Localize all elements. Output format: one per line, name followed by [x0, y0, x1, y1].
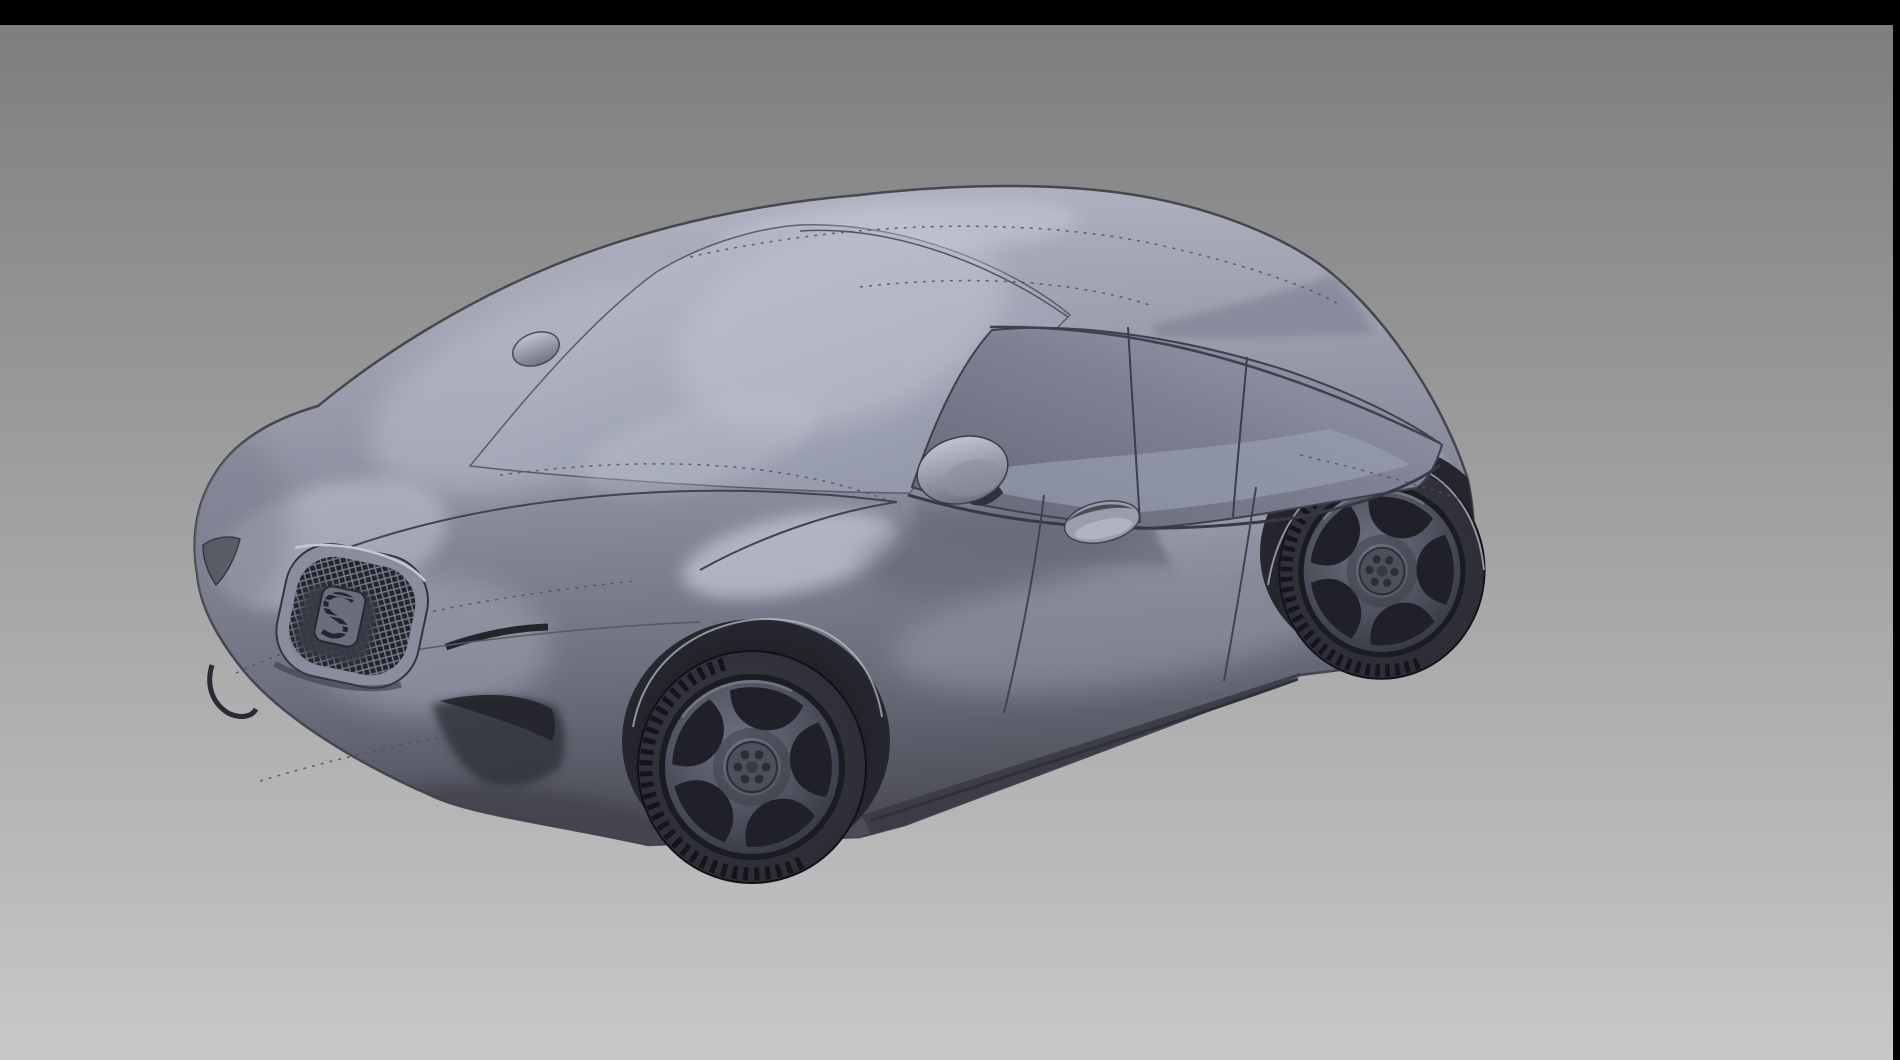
car-model — [170, 182, 1500, 883]
front-wheel — [638, 651, 866, 883]
viewport-3d[interactable] — [0, 25, 1893, 1060]
letterbox-top-bar — [0, 0, 1900, 25]
letterbox-right-bar — [1893, 0, 1900, 1060]
app-window — [0, 0, 1900, 1060]
car-render — [0, 25, 1900, 1060]
